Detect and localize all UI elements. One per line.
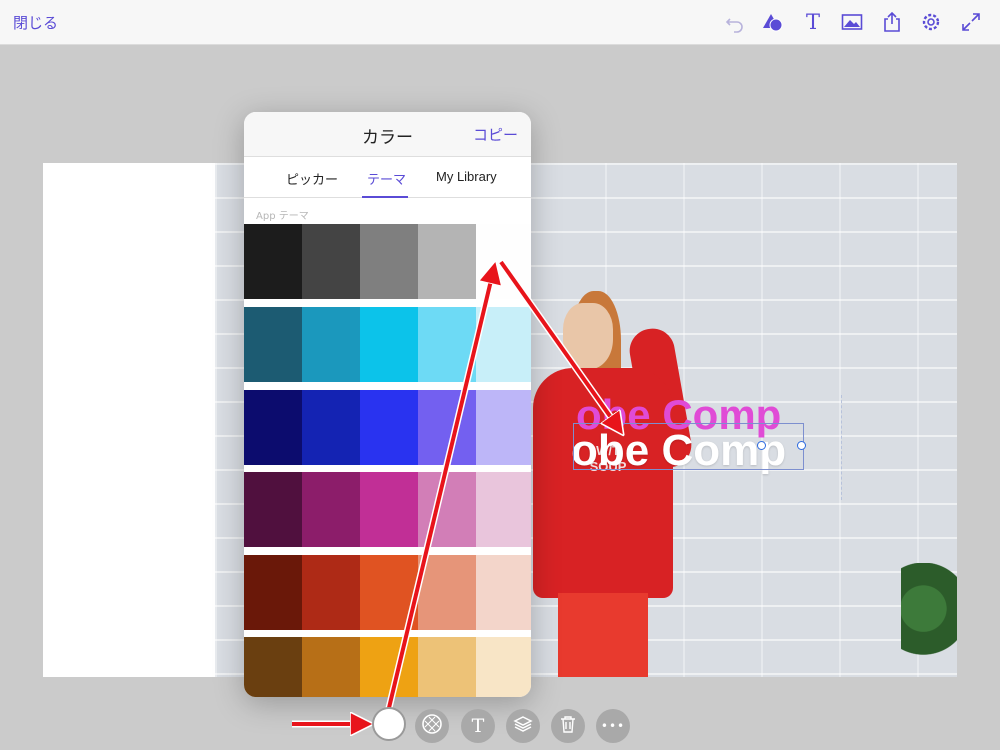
color-swatch[interactable] [418,390,476,465]
color-swatch[interactable] [360,224,418,299]
panel-tabs: ピッカー テーマ My Library [244,157,531,198]
color-swatch[interactable] [360,555,418,630]
shape-icon[interactable] [762,11,784,33]
photo-fade-overlay [143,163,223,677]
tab-theme[interactable]: テーマ [367,169,406,188]
copy-button[interactable]: コピー [473,124,518,145]
color-swatch[interactable] [302,224,360,299]
color-swatch[interactable] [302,390,360,465]
color-swatch[interactable] [360,472,418,547]
swatch-row [244,307,531,382]
section-label: App テーマ [256,211,309,222]
layers-button[interactable] [506,709,540,743]
close-button[interactable]: 閉じる [13,12,58,33]
panel-header: カラー コピー [244,112,531,157]
color-swatch[interactable] [360,307,418,382]
color-swatch[interactable] [476,472,531,547]
color-swatch[interactable] [418,224,476,299]
active-tab-indicator [362,196,408,198]
text-icon[interactable]: T [802,11,824,33]
resize-handle-outer[interactable] [797,441,806,450]
undo-icon[interactable] [724,11,746,33]
color-swatch[interactable] [418,472,476,547]
color-swatch[interactable] [244,307,302,382]
top-toolbar: 閉じる T [0,0,1000,45]
color-swatch[interactable] [476,224,531,299]
more-button[interactable]: ••• [596,709,630,743]
swatch-row [244,472,531,547]
color-swatch[interactable] [418,307,476,382]
color-swatch[interactable] [244,224,302,299]
color-picker-panel: カラー コピー ピッカー テーマ My Library App テーマ [244,112,531,697]
color-swatch[interactable] [244,637,302,697]
color-swatch[interactable] [302,307,360,382]
person-head [563,303,613,369]
share-icon[interactable] [881,11,903,33]
color-swatch[interactable] [476,637,531,697]
guide-ruler [841,395,847,500]
text-selection-box[interactable] [573,423,804,470]
color-swatch[interactable] [302,472,360,547]
color-swatch[interactable] [476,390,531,465]
tab-my-library[interactable]: My Library [436,169,497,184]
delete-button[interactable] [551,709,585,743]
color-swatch[interactable] [302,637,360,697]
color-swatch[interactable] [476,307,531,382]
layers-icon [513,714,533,738]
color-swatch[interactable] [476,555,531,630]
pattern-button[interactable] [415,709,449,743]
color-swatch[interactable] [302,555,360,630]
swatch-row [244,224,531,299]
text-glyph-icon: T [471,715,485,737]
resize-handle-right[interactable] [757,441,766,450]
person-legs [558,593,648,677]
pattern-icon [421,713,443,739]
swatch-row [244,637,531,697]
color-swatch[interactable] [418,637,476,697]
color-swatch-button[interactable] [372,707,406,741]
more-icon: ••• [600,719,626,733]
settings-icon[interactable] [920,11,942,33]
color-swatch[interactable] [360,390,418,465]
expand-icon[interactable] [960,11,982,33]
trash-icon [559,714,577,738]
tab-picker[interactable]: ピッカー [286,169,338,188]
swatch-row [244,390,531,465]
image-icon[interactable] [841,11,863,33]
color-swatch[interactable] [244,472,302,547]
text-button[interactable]: T [461,709,495,743]
swatch-row [244,555,531,630]
color-swatch[interactable] [360,637,418,697]
plant-decoration [901,563,957,677]
color-swatch[interactable] [244,390,302,465]
color-swatch[interactable] [418,555,476,630]
color-swatch[interactable] [244,555,302,630]
